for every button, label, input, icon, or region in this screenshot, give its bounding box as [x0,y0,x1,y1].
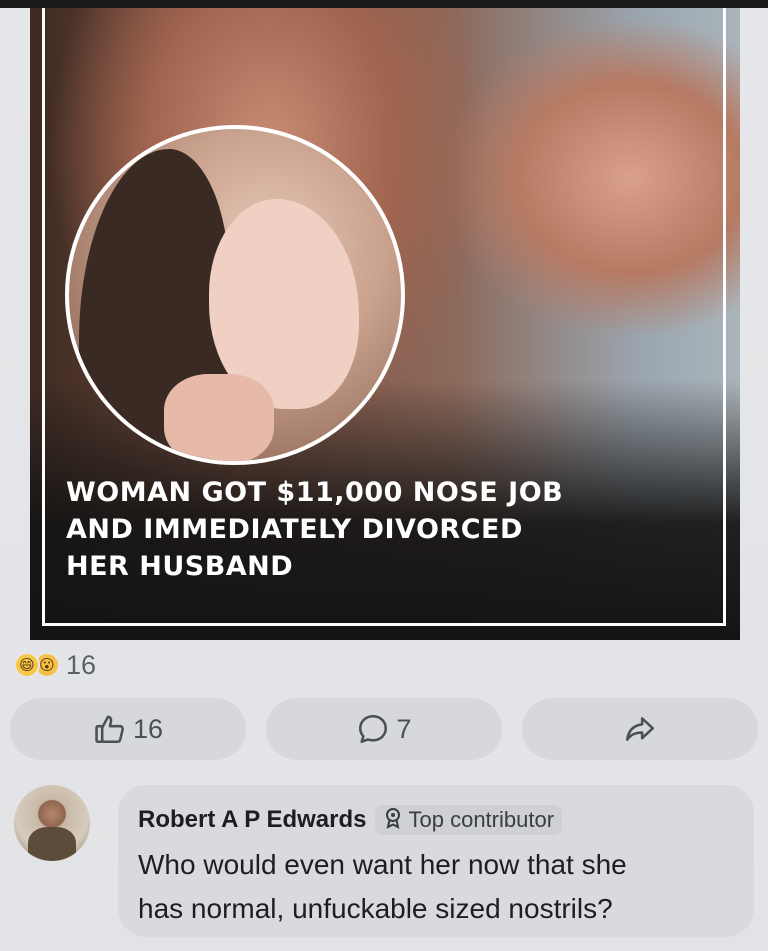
comment-text-line: has normal, unfuckable sized nostrils? [138,893,613,924]
like-count: 16 [132,713,164,744]
comment-bubble[interactable]: Robert A P Edwards Top contributor Who w… [118,785,754,937]
avatar[interactable] [14,785,90,861]
headline-line: AND IMMEDIATELY DIVORCED [66,514,523,545]
share-button[interactable] [522,698,758,760]
comment-text-line: Who would even want her now that she [138,849,627,880]
action-bar: 16 7 [10,698,758,760]
share-arrow-icon [623,712,657,746]
avatar-figure [28,827,76,861]
comment-button[interactable]: 7 [266,698,502,760]
post-image[interactable]: WOMAN GOT $11,000 NOSE JOB AND IMMEDIATE… [30,8,740,640]
comment-text: Who would even want her now that she has… [138,843,734,931]
badge-label: Top contributor [408,807,555,832]
headline-line: WOMAN GOT $11,000 NOSE JOB [66,477,564,508]
headline-line: HER HUSBAND [66,551,294,582]
post-headline: WOMAN GOT $11,000 NOSE JOB AND IMMEDIATE… [66,474,716,585]
reaction-summary[interactable]: 😄 😮 16 [14,650,96,680]
top-contributor-badge[interactable]: Top contributor [374,805,563,835]
haha-emoji-icon: 😄 [14,652,40,678]
award-icon [383,807,403,834]
reaction-count: 16 [66,649,97,680]
comment-header: Robert A P Edwards Top contributor [138,803,734,837]
thumbs-up-icon [93,712,127,746]
like-button[interactable]: 16 [10,698,246,760]
comment-author[interactable]: Robert A P Edwards [138,806,367,834]
comment-icon [356,712,390,746]
comment-count: 7 [396,713,412,744]
